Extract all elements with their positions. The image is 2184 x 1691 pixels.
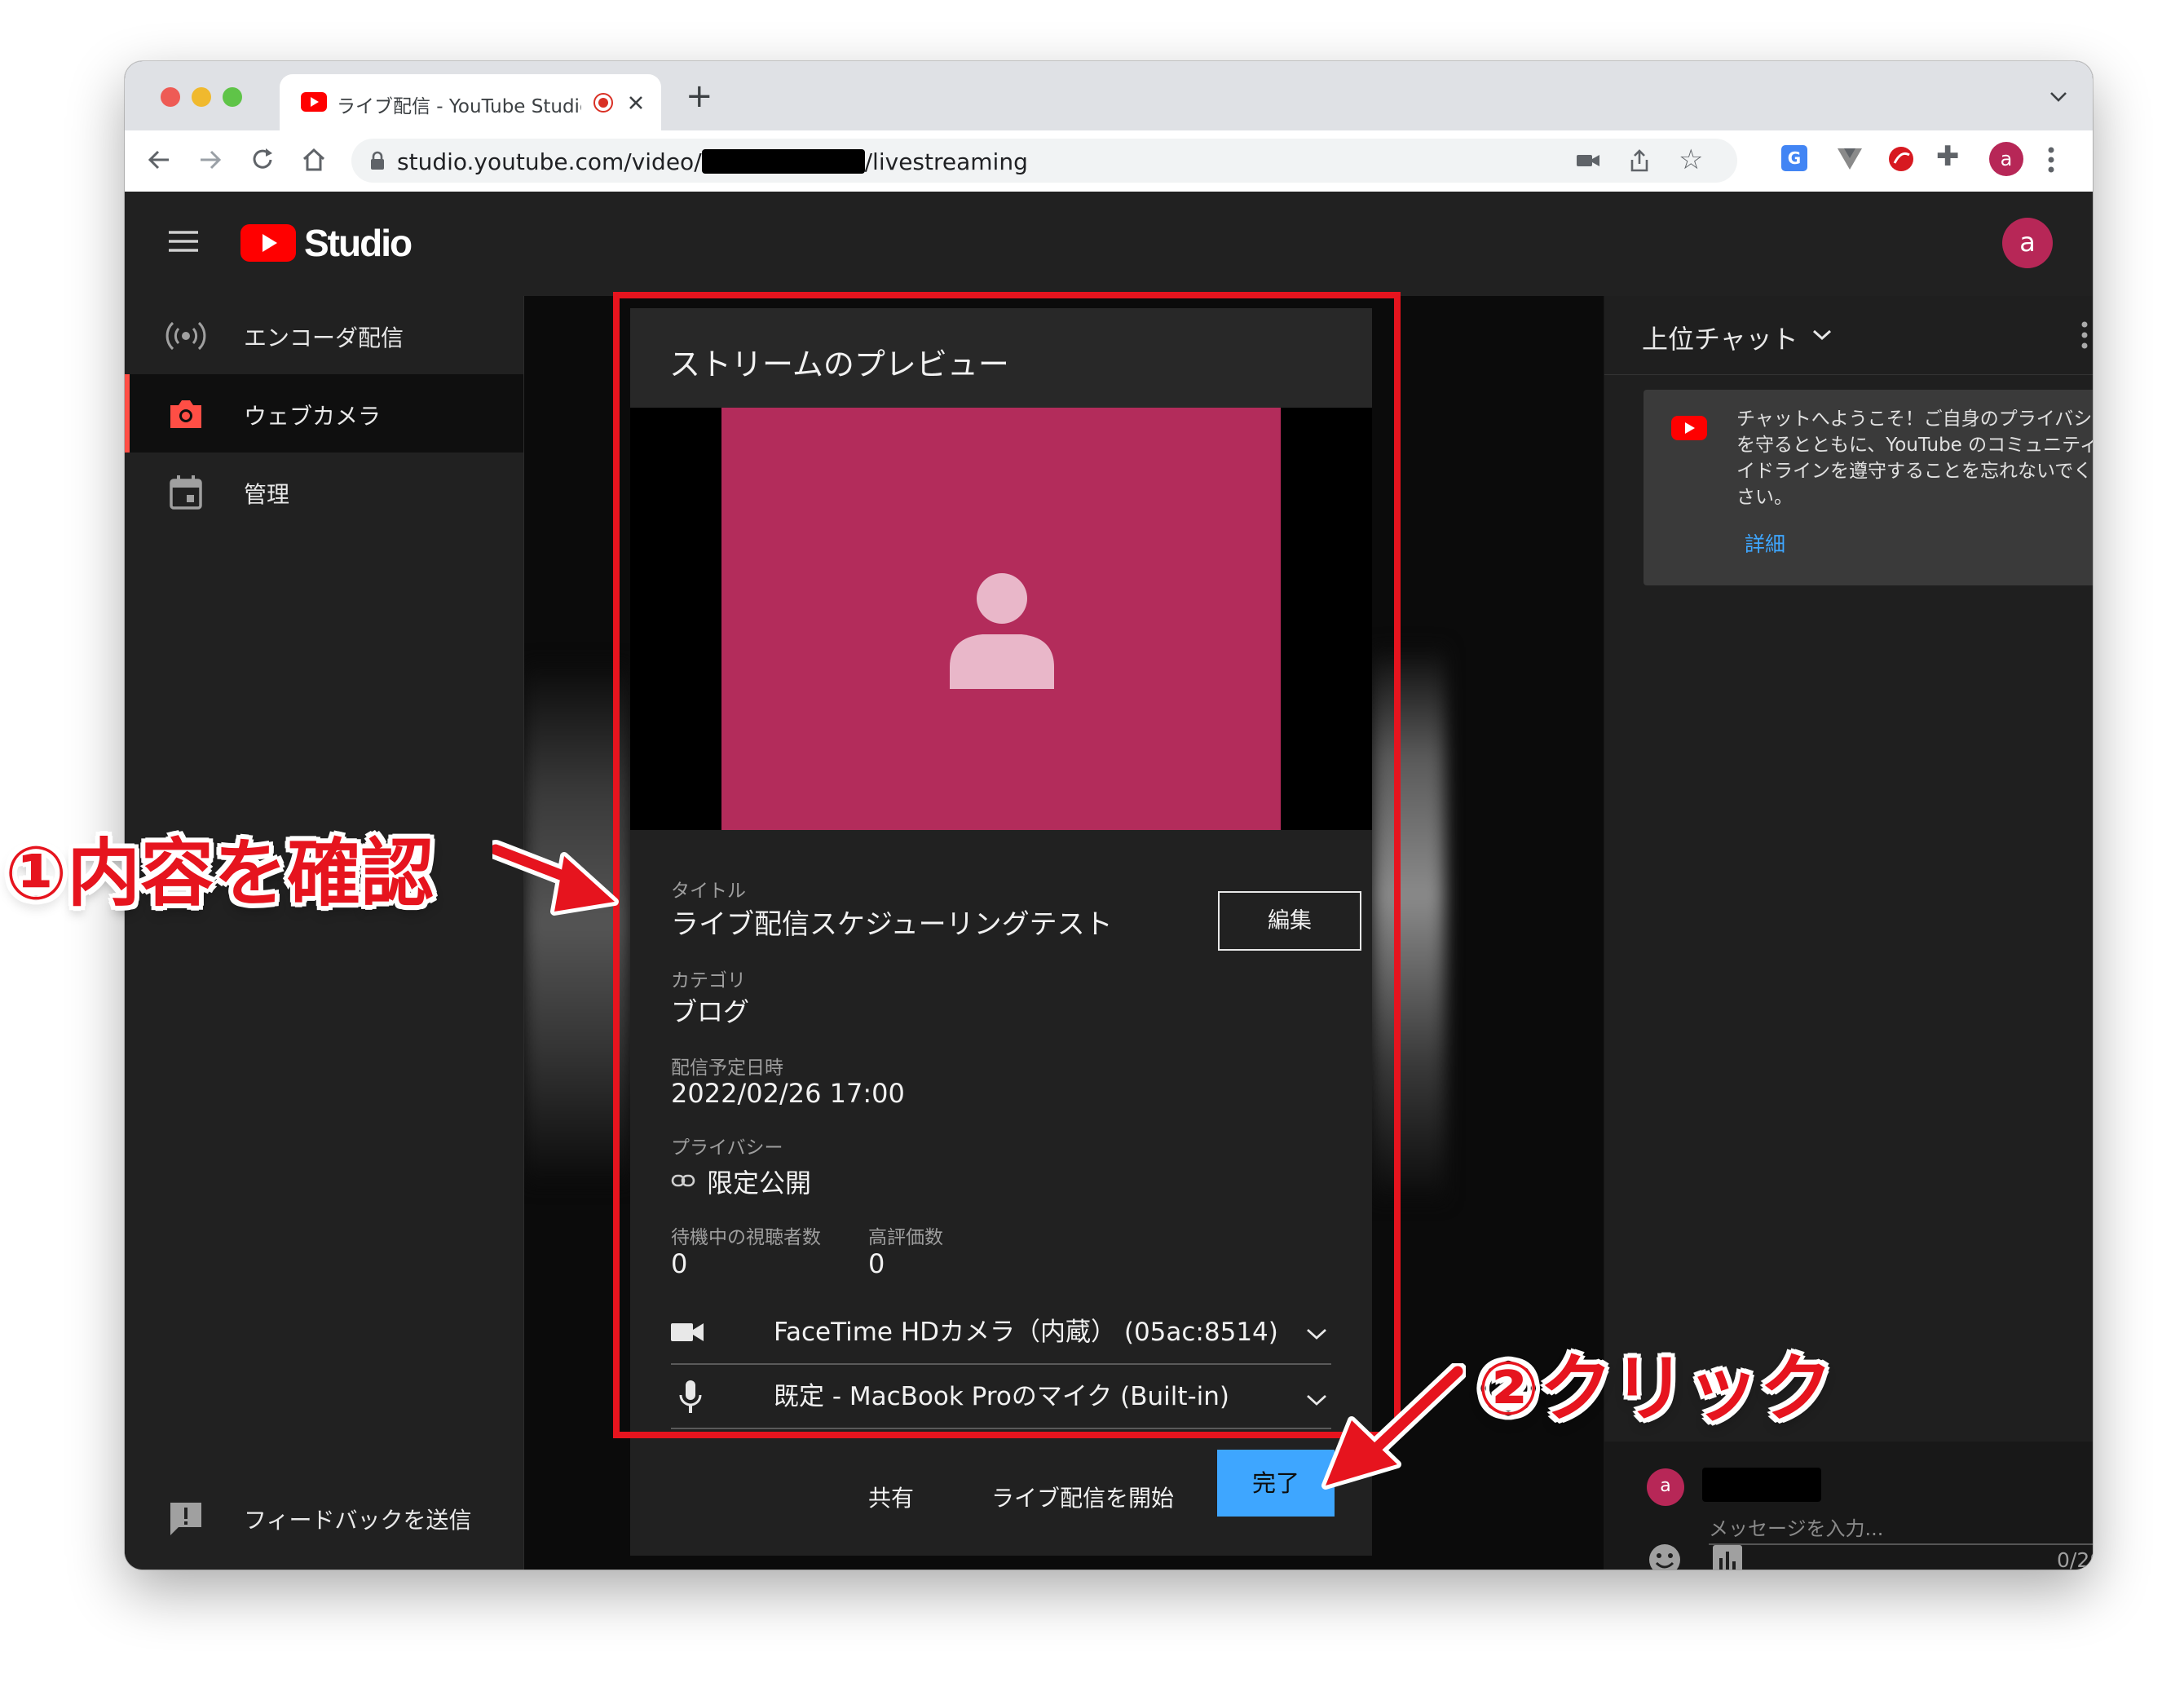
sidebar: エンコーダ配信 ウェブカメラ 管理 フィードバックを送信 [125, 296, 524, 1570]
calendar-icon [170, 475, 202, 510]
studio-header: Studio a [125, 192, 2093, 296]
character-count: 0/200 [2057, 1548, 2093, 1570]
details-link[interactable]: 詳細 [1745, 528, 1785, 558]
camera-icon [170, 400, 201, 428]
reload-icon[interactable] [248, 145, 277, 174]
sidebar-item-label: フィードバックを送信 [244, 1507, 472, 1534]
translate-extension-icon[interactable]: G [1781, 145, 1807, 171]
security-extension-icon[interactable] [1887, 145, 1915, 173]
browser-profile-avatar[interactable]: a [1989, 142, 2023, 176]
new-tab-button[interactable]: + [686, 77, 713, 115]
chat-menu-icon[interactable] [2080, 320, 2089, 350]
back-arrow-icon[interactable] [144, 145, 174, 174]
close-window-button[interactable] [161, 87, 180, 107]
close-tab-icon[interactable] [627, 94, 645, 112]
youtube-icon [1671, 416, 1707, 440]
chat-welcome-card: チャットへようこそ！ご自身のプライバシーを守るとともに、YouTube のコミュ… [1644, 390, 2093, 585]
tab-search-chevron-icon[interactable] [2049, 91, 2068, 104]
hamburger-menu-icon[interactable] [167, 229, 200, 254]
youtube-logo-icon[interactable] [240, 224, 296, 262]
annotation-step1: ①内容を確認 [5, 831, 435, 916]
url-text: studio.youtube.com/video/ /livestreaming [397, 148, 1028, 175]
chat-input-placeholder: メッセージを入力... [1709, 1517, 1884, 1540]
annotation-arrow-icon [1321, 1363, 1466, 1490]
broadcast-icon [165, 321, 206, 351]
annotation-step2: ②クリック [1477, 1346, 1833, 1432]
bookmark-star-icon[interactable]: ☆ [1679, 143, 1703, 176]
emoji-icon[interactable] [1647, 1542, 1683, 1570]
recording-indicator-icon [593, 93, 613, 113]
top-chat-dropdown[interactable]: 上位チャット [1642, 319, 1798, 356]
address-bar[interactable]: studio.youtube.com/video//livestreaming … [351, 139, 1737, 183]
minimize-window-button[interactable] [192, 87, 211, 107]
zoom-window-button[interactable] [223, 87, 242, 107]
sidebar-item-label: ウェブカメラ [244, 403, 382, 430]
url-host: studio.youtube.com/video/ [397, 148, 702, 175]
sidebar-item-webcam[interactable]: ウェブカメラ [125, 374, 523, 453]
sidebar-item-label: エンコーダ配信 [244, 325, 404, 351]
chevron-down-icon[interactable] [1811, 329, 1833, 342]
chat-avatar: a [1647, 1468, 1684, 1506]
active-indicator [125, 374, 130, 453]
home-icon[interactable] [299, 145, 329, 174]
browser-menu-icon[interactable] [2046, 145, 2056, 174]
sidebar-item-manage[interactable]: 管理 [125, 453, 523, 531]
sidebar-item-label: 管理 [244, 481, 290, 508]
chat-message-input[interactable]: メッセージを入力... [1709, 1506, 2093, 1545]
extensions-puzzle-icon[interactable]: ✚ [1936, 140, 1960, 173]
studio-logo-text[interactable]: Studio [304, 221, 413, 265]
youtube-favicon-icon [301, 92, 327, 112]
sidebar-item-encoder[interactable]: エンコーダ配信 [125, 296, 523, 374]
annotation-arrow-icon [492, 840, 619, 916]
start-live-button[interactable]: ライブ配信を開始 [973, 1474, 1193, 1523]
vue-devtools-extension-icon[interactable] [1837, 147, 1863, 171]
account-avatar[interactable]: a [2002, 218, 2053, 268]
done-button[interactable]: 完了 [1217, 1450, 1335, 1517]
poll-icon[interactable] [1711, 1543, 1744, 1570]
browser-tab[interactable]: ライブ配信 - YouTube Studio [280, 74, 661, 130]
feedback-icon [170, 1503, 201, 1535]
browser-toolbar: studio.youtube.com/video//livestreaming … [125, 130, 2093, 192]
camera-in-use-icon[interactable] [1576, 151, 1600, 170]
url-path: /livestreaming [864, 148, 1028, 175]
forward-arrow-icon[interactable] [196, 145, 225, 174]
sidebar-item-feedback[interactable]: フィードバックを送信 [125, 1478, 523, 1556]
highlight-frame [613, 292, 1401, 1438]
redacted-video-id [701, 149, 865, 174]
tab-strip: ライブ配信 - YouTube Studio + [125, 61, 2093, 130]
tab-title: ライブ配信 - YouTube Studio [337, 96, 581, 117]
chat-header: 上位チャット [1604, 296, 2093, 375]
share-button[interactable]: 共有 [834, 1474, 948, 1523]
chat-welcome-message: チャットへようこそ！ご自身のプライバシーを守るとともに、YouTube のコミュ… [1736, 408, 2093, 508]
redacted-username [1702, 1468, 1821, 1502]
share-icon[interactable] [1628, 148, 1651, 173]
lock-icon[interactable] [369, 151, 386, 170]
